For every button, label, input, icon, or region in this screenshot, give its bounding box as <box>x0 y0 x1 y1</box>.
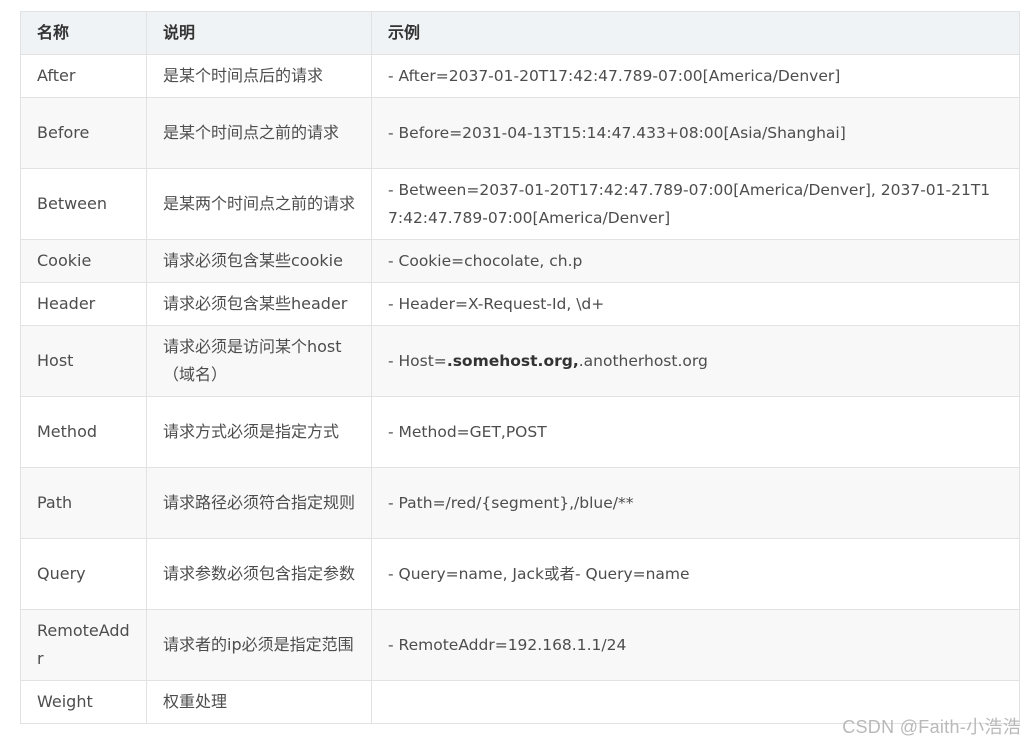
table-row: After 是某个时间点后的请求 - After=2037-01-20T17:4… <box>20 54 1020 98</box>
cell-example: - Method=GET,POST <box>371 396 1020 468</box>
example-prefix: - Host= <box>388 352 447 370</box>
cell-name: Cookie <box>20 239 147 283</box>
cell-name: Weight <box>20 680 147 724</box>
example-bold: .somehost.org, <box>446 352 579 370</box>
cell-name: After <box>20 54 147 98</box>
table-row: Query 请求参数必须包含指定参数 - Query=name, Jack或者-… <box>20 538 1020 610</box>
cell-name: Before <box>20 97 147 169</box>
cell-name: RemoteAddr <box>20 609 147 681</box>
cell-name: Header <box>20 282 147 326</box>
cell-description: 请求参数必须包含指定参数 <box>146 538 372 610</box>
header-example: 示例 <box>371 11 1020 55</box>
cell-example: - RemoteAddr=192.168.1.1/24 <box>371 609 1020 681</box>
table-row: RemoteAddr 请求者的ip必须是指定范围 - RemoteAddr=19… <box>20 609 1020 681</box>
cell-example: - Header=X-Request-Id, \d+ <box>371 282 1020 326</box>
cell-description: 请求路径必须符合指定规则 <box>146 467 372 539</box>
cell-description: 请求必须包含某些header <box>146 282 372 326</box>
cell-example: - Before=2031-04-13T15:14:47.433+08:00[A… <box>371 97 1020 169</box>
cell-description: 请求方式必须是指定方式 <box>146 396 372 468</box>
cell-example: - After=2037-01-20T17:42:47.789-07:00[Am… <box>371 54 1020 98</box>
table-row: Method 请求方式必须是指定方式 - Method=GET,POST <box>20 396 1020 468</box>
cell-description: 是某两个时间点之前的请求 <box>146 168 372 240</box>
cell-description: 请求必须包含某些cookie <box>146 239 372 283</box>
cell-description: 请求者的ip必须是指定范围 <box>146 609 372 681</box>
cell-name: Method <box>20 396 147 468</box>
cell-example: - Cookie=chocolate, ch.p <box>371 239 1020 283</box>
table-row: Header 请求必须包含某些header - Header=X-Request… <box>20 282 1020 326</box>
cell-name: Between <box>20 168 147 240</box>
cell-description: 是某个时间点后的请求 <box>146 54 372 98</box>
cell-description: 是某个时间点之前的请求 <box>146 97 372 169</box>
cell-example: - Host=.somehost.org,.anotherhost.org <box>371 325 1020 397</box>
cell-example: - Query=name, Jack或者- Query=name <box>371 538 1020 610</box>
table-row: Host 请求必须是访问某个host（域名） - Host=.somehost.… <box>20 325 1020 397</box>
cell-name: Path <box>20 467 147 539</box>
cell-name: Query <box>20 538 147 610</box>
cell-description: 请求必须是访问某个host（域名） <box>146 325 372 397</box>
table-row: Before 是某个时间点之前的请求 - Before=2031-04-13T1… <box>20 97 1020 169</box>
header-name: 名称 <box>20 11 147 55</box>
table-header-row: 名称 说明 示例 <box>20 11 1020 55</box>
predicate-table: 名称 说明 示例 After 是某个时间点后的请求 - After=2037-0… <box>20 11 1020 724</box>
cell-name: Host <box>20 325 147 397</box>
cell-description: 权重处理 <box>146 680 372 724</box>
table-row: Cookie 请求必须包含某些cookie - Cookie=chocolate… <box>20 239 1020 283</box>
table-row: Between 是某两个时间点之前的请求 - Between=2037-01-2… <box>20 168 1020 240</box>
table-row: Path 请求路径必须符合指定规则 - Path=/red/{segment},… <box>20 467 1020 539</box>
cell-example: - Between=2037-01-20T17:42:47.789-07:00[… <box>371 168 1020 240</box>
csdn-watermark: CSDN @Faith-小浩浩 <box>842 717 1021 737</box>
cell-example: - Path=/red/{segment},/blue/** <box>371 467 1020 539</box>
example-suffix: .anotherhost.org <box>578 352 708 370</box>
header-description: 说明 <box>146 11 372 55</box>
